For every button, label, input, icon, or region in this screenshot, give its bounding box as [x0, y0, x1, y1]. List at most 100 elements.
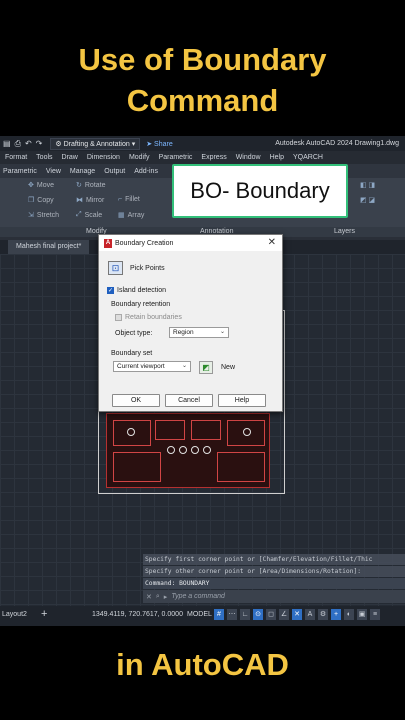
tab-output[interactable]: Output: [104, 168, 125, 175]
mouse-cursor-icon: ↖: [181, 240, 190, 251]
menu-dimension[interactable]: Dimension: [87, 154, 120, 161]
undo-icon[interactable]: ↶: [25, 139, 32, 149]
coordinates-readout: 1349.4119, 720.7617, 0.0000: [92, 611, 183, 618]
share-button[interactable]: ➤ Share: [146, 140, 173, 148]
headline-line-1: Use of Boundary: [78, 42, 327, 77]
plan-room: [113, 452, 161, 482]
snap-icon[interactable]: ⋯: [227, 609, 237, 620]
menu-yqarch[interactable]: YQARCH: [293, 154, 323, 161]
rotate-icon: ↻: [76, 182, 82, 189]
tab-parametric[interactable]: Parametric: [3, 168, 37, 175]
retain-boundaries-label: Retain boundaries: [125, 314, 182, 321]
workspace-dropdown[interactable]: ⚙ Drafting & Annotation ▾: [50, 137, 141, 150]
island-detection-checkbox[interactable]: [107, 287, 114, 294]
search-icon: ⌕: [155, 592, 160, 600]
model-space-button[interactable]: MODEL: [187, 611, 212, 618]
scale-label: Scale: [84, 211, 103, 219]
help-button[interactable]: Help: [218, 394, 266, 407]
share-icon: ➤: [146, 140, 155, 148]
plan-room: [217, 452, 265, 482]
pick-points-button[interactable]: ⊡: [108, 261, 123, 275]
print-icon[interactable]: ⎙: [15, 139, 21, 149]
scale-tool[interactable]: ⤢ Scale: [76, 211, 102, 219]
footer-caption: in AutoCAD: [116, 647, 289, 682]
command-history-line: Command: BOUNDARY: [143, 578, 405, 589]
add-layout-icon[interactable]: +: [41, 608, 47, 620]
headline-line-2: Command: [126, 83, 279, 118]
units-icon[interactable]: +: [331, 609, 341, 620]
fixture-icon: [203, 446, 211, 454]
retain-boundaries-checkbox[interactable]: [115, 314, 122, 321]
cancel-button[interactable]: Cancel: [165, 394, 213, 407]
close-icon[interactable]: ✕: [146, 593, 152, 601]
clean-screen-icon[interactable]: ▣: [357, 609, 367, 620]
stretch-icon: ⇲: [28, 212, 34, 219]
workspace-label: Drafting & Annotation: [63, 140, 130, 148]
dialog-title: Boundary Creation: [115, 239, 174, 247]
layer-icon: ◧ ◨: [360, 182, 376, 189]
dialog-title-bar[interactable]: A Boundary Creation ✕: [99, 235, 282, 251]
fixture-icon: [191, 446, 199, 454]
redo-icon[interactable]: ↷: [36, 139, 43, 149]
otrack-icon[interactable]: ∠: [279, 609, 289, 620]
fixture-icon: [243, 428, 251, 436]
move-tool[interactable]: ✥ Move: [28, 181, 54, 190]
status-bar: Layout2 + 1349.4119, 720.7617, 0.0000 MO…: [0, 606, 405, 626]
array-tool[interactable]: ▦ Array: [118, 211, 144, 220]
menu-window[interactable]: Window: [236, 154, 261, 161]
object-type-select[interactable]: Region ⌄: [169, 327, 229, 338]
copy-tool[interactable]: ❐ Copy: [28, 196, 54, 205]
quick-access-toolbar: ▤ ⎙ ↶ ↷: [0, 139, 42, 149]
layer-tools[interactable]: ◧ ◨: [360, 181, 375, 189]
menu-draw[interactable]: Draw: [62, 154, 78, 161]
close-icon[interactable]: ✕: [268, 237, 276, 248]
title-bar: ▤ ⎙ ↶ ↷ ⚙ Drafting & Annotation ▾ ➤ Shar…: [0, 136, 405, 151]
mirror-tool[interactable]: ⧓ Mirror: [76, 196, 104, 205]
boundary-creation-dialog: A Boundary Creation ✕ ⊡ Pick Points Isla…: [98, 234, 283, 412]
menu-tools[interactable]: Tools: [36, 154, 52, 161]
isodraft-icon[interactable]: ✕: [292, 609, 302, 620]
fixture-icon: [179, 446, 187, 454]
customization-icon[interactable]: ≡: [370, 609, 380, 620]
panel-title-layers[interactable]: Layers: [334, 228, 355, 235]
save-icon[interactable]: ▤: [3, 139, 11, 149]
menu-format[interactable]: Format: [5, 154, 27, 161]
fillet-tool[interactable]: ⌐ Fillet: [118, 196, 140, 203]
ortho-icon[interactable]: ∟: [240, 609, 250, 620]
polar-icon[interactable]: ⊙: [253, 609, 263, 620]
menu-help[interactable]: Help: [270, 154, 284, 161]
menu-modify[interactable]: Modify: [129, 154, 150, 161]
fillet-icon: ⌐: [118, 196, 123, 203]
boundary-set-select[interactable]: Current viewport ⌄: [113, 361, 191, 372]
command-input-icon: ▸: [163, 593, 168, 601]
layout-tab[interactable]: Layout2: [2, 611, 27, 618]
pick-points-icon: ⊡: [111, 263, 120, 273]
app-title: Autodesk AutoCAD 2024 Drawing1.dwg: [275, 140, 399, 147]
menu-express[interactable]: Express: [201, 154, 226, 161]
grid-icon[interactable]: #: [214, 609, 224, 620]
workspace-switch-icon[interactable]: ⚙: [318, 609, 328, 620]
object-type-value: Region: [173, 329, 194, 336]
object-type-label: Object type:: [115, 330, 153, 337]
osnap-icon[interactable]: ◻: [266, 609, 276, 620]
tab-manage[interactable]: Manage: [70, 168, 95, 175]
annotation-scale-icon[interactable]: A: [305, 609, 315, 620]
ok-button[interactable]: OK: [112, 394, 160, 407]
isolate-icon[interactable]: ◐: [344, 609, 354, 620]
file-tab[interactable]: Mahesh final project*: [8, 240, 90, 254]
array-icon: ▦: [118, 212, 125, 219]
tab-view[interactable]: View: [46, 168, 61, 175]
menu-parametric[interactable]: Parametric: [159, 154, 193, 161]
layer-tools-2[interactable]: ◩ ◪: [360, 196, 375, 204]
rotate-tool[interactable]: ↻ Rotate: [76, 181, 106, 190]
command-line[interactable]: ✕ ⌕ ▸ Type a command: [143, 590, 405, 603]
fillet-label: Fillet: [125, 196, 140, 203]
command-input[interactable]: Type a command: [171, 593, 225, 600]
tab-add-ins[interactable]: Add-ins: [134, 168, 158, 175]
boundary-set-value: Current viewport: [117, 363, 165, 370]
pick-points-label[interactable]: Pick Points: [130, 265, 165, 272]
stretch-tool[interactable]: ⇲ Stretch: [28, 211, 59, 220]
new-boundary-set-button[interactable]: ◩: [199, 361, 213, 374]
boundary-retention-heading: Boundary retention: [111, 301, 171, 308]
share-label: Share: [154, 140, 173, 148]
